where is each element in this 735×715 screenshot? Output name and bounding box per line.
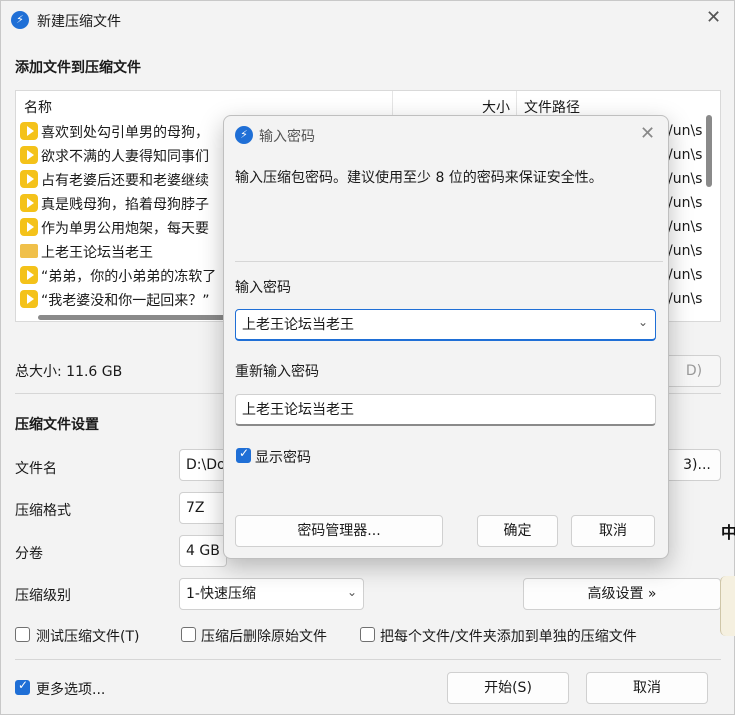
list-item[interactable]: 占有老婆后还要和老婆继续 xyxy=(20,170,209,192)
column-name-header[interactable]: 名称 xyxy=(24,97,52,117)
separate-archives-label[interactable]: 把每个文件/文件夹添加到单独的压缩文件 xyxy=(380,626,637,646)
list-item[interactable]: 喜欢到处勾引单男的母狗， xyxy=(20,122,209,144)
chevron-down-icon[interactable]: ⌄ xyxy=(347,585,357,599)
password-manager-button[interactable]: 密码管理器... xyxy=(235,515,443,547)
show-password-label[interactable]: 显示密码 xyxy=(255,447,311,467)
path-cell: /un\s xyxy=(668,123,703,139)
list-item[interactable]: 欲求不满的人妻得知同事们 xyxy=(20,146,209,168)
column-size-header[interactable]: 大小 xyxy=(482,97,510,117)
horizontal-scrollbar[interactable] xyxy=(38,315,238,320)
path-cell: /un\s xyxy=(668,171,703,187)
advanced-settings-button[interactable]: 高级设置 » xyxy=(523,578,721,610)
list-item[interactable]: “弟弟，你的小弟弟的冻软了 xyxy=(20,266,216,288)
test-archive-label[interactable]: 测试压缩文件(T) xyxy=(36,626,139,646)
video-icon xyxy=(20,218,38,236)
video-icon xyxy=(20,266,38,284)
total-size-text: 总大小: 11.6 GB xyxy=(15,364,123,380)
path-cell: /un\s xyxy=(668,219,703,235)
password-field[interactable]: 上老王论坛当老王 xyxy=(235,309,656,341)
chevron-down-icon[interactable]: ⌄ xyxy=(638,315,648,329)
add-files-title: 添加文件到压缩文件 xyxy=(15,60,141,76)
path-cell: /un\s xyxy=(668,195,703,211)
window-title: 新建压缩文件 xyxy=(37,14,121,30)
divider xyxy=(15,659,721,660)
app-logo-icon: ⚡ xyxy=(11,11,29,29)
reenter-password-field[interactable]: 上老王论坛当老王 xyxy=(235,394,656,426)
video-icon xyxy=(20,194,38,212)
password-label: 输入密码 xyxy=(235,280,291,296)
dialog-instruction: 输入压缩包密码。建议使用至少 8 位的密码来保证安全性。 xyxy=(235,170,603,186)
path-cell: /un\s xyxy=(668,243,703,259)
close-icon[interactable]: ✕ xyxy=(640,123,655,144)
side-char-icon: 中 xyxy=(721,523,735,542)
video-icon xyxy=(20,290,38,308)
list-item[interactable]: 作为单男公用炮架，每天要 xyxy=(20,218,209,240)
video-icon xyxy=(20,170,38,188)
browse-button[interactable]: 3)... xyxy=(661,449,721,481)
format-select[interactable]: 7Z xyxy=(179,492,227,524)
more-options-label[interactable]: 更多选项... xyxy=(36,679,105,699)
more-options-checkbox[interactable] xyxy=(15,678,30,695)
password-dialog: ⚡ 输入密码 ✕ 输入压缩包密码。建议使用至少 8 位的密码来保证安全性。 输入… xyxy=(223,115,669,559)
dialog-title: 输入密码 xyxy=(259,129,315,145)
show-password-checkbox[interactable] xyxy=(236,446,251,463)
list-item[interactable]: 真是贱母狗，掐着母狗脖子 xyxy=(20,194,209,216)
split-label: 分卷 xyxy=(15,546,43,562)
delete-source-checkbox[interactable] xyxy=(181,627,196,642)
path-cell: /un\s xyxy=(668,147,703,163)
path-cell: /un\s xyxy=(668,291,703,307)
list-item[interactable]: 上老王论坛当老王 xyxy=(20,242,153,264)
close-icon[interactable]: ✕ xyxy=(706,7,721,28)
dialog-cancel-button[interactable]: 取消 xyxy=(571,515,655,547)
folder-icon xyxy=(20,244,38,258)
level-select[interactable]: 1-快速压缩 xyxy=(179,578,364,610)
path-cell: /un\s xyxy=(668,267,703,283)
level-label: 压缩级别 xyxy=(15,588,71,604)
reenter-password-label: 重新输入密码 xyxy=(235,364,319,380)
test-archive-checkbox[interactable] xyxy=(15,627,30,642)
column-path-header[interactable]: 文件路径 xyxy=(524,97,580,117)
ok-button[interactable]: 确定 xyxy=(477,515,558,547)
video-icon xyxy=(20,146,38,164)
divider xyxy=(235,261,663,262)
filename-label: 文件名 xyxy=(15,461,57,477)
split-select[interactable]: 4 GB ( xyxy=(179,535,227,567)
list-item[interactable]: “我老婆没和你一起回来？” xyxy=(20,290,210,312)
separate-archives-checkbox[interactable] xyxy=(360,627,375,642)
video-icon xyxy=(20,122,38,140)
format-label: 压缩格式 xyxy=(15,503,71,519)
cancel-button[interactable]: 取消 xyxy=(586,672,708,704)
vertical-scrollbar[interactable] xyxy=(706,115,712,187)
app-logo-icon: ⚡ xyxy=(235,126,253,144)
mascot-icon xyxy=(720,576,735,636)
delete-source-label[interactable]: 压缩后删除原始文件 xyxy=(201,626,327,646)
filename-field[interactable]: D:\Do xyxy=(179,449,227,481)
start-button[interactable]: 开始(S) xyxy=(447,672,569,704)
settings-title: 压缩文件设置 xyxy=(15,417,99,433)
